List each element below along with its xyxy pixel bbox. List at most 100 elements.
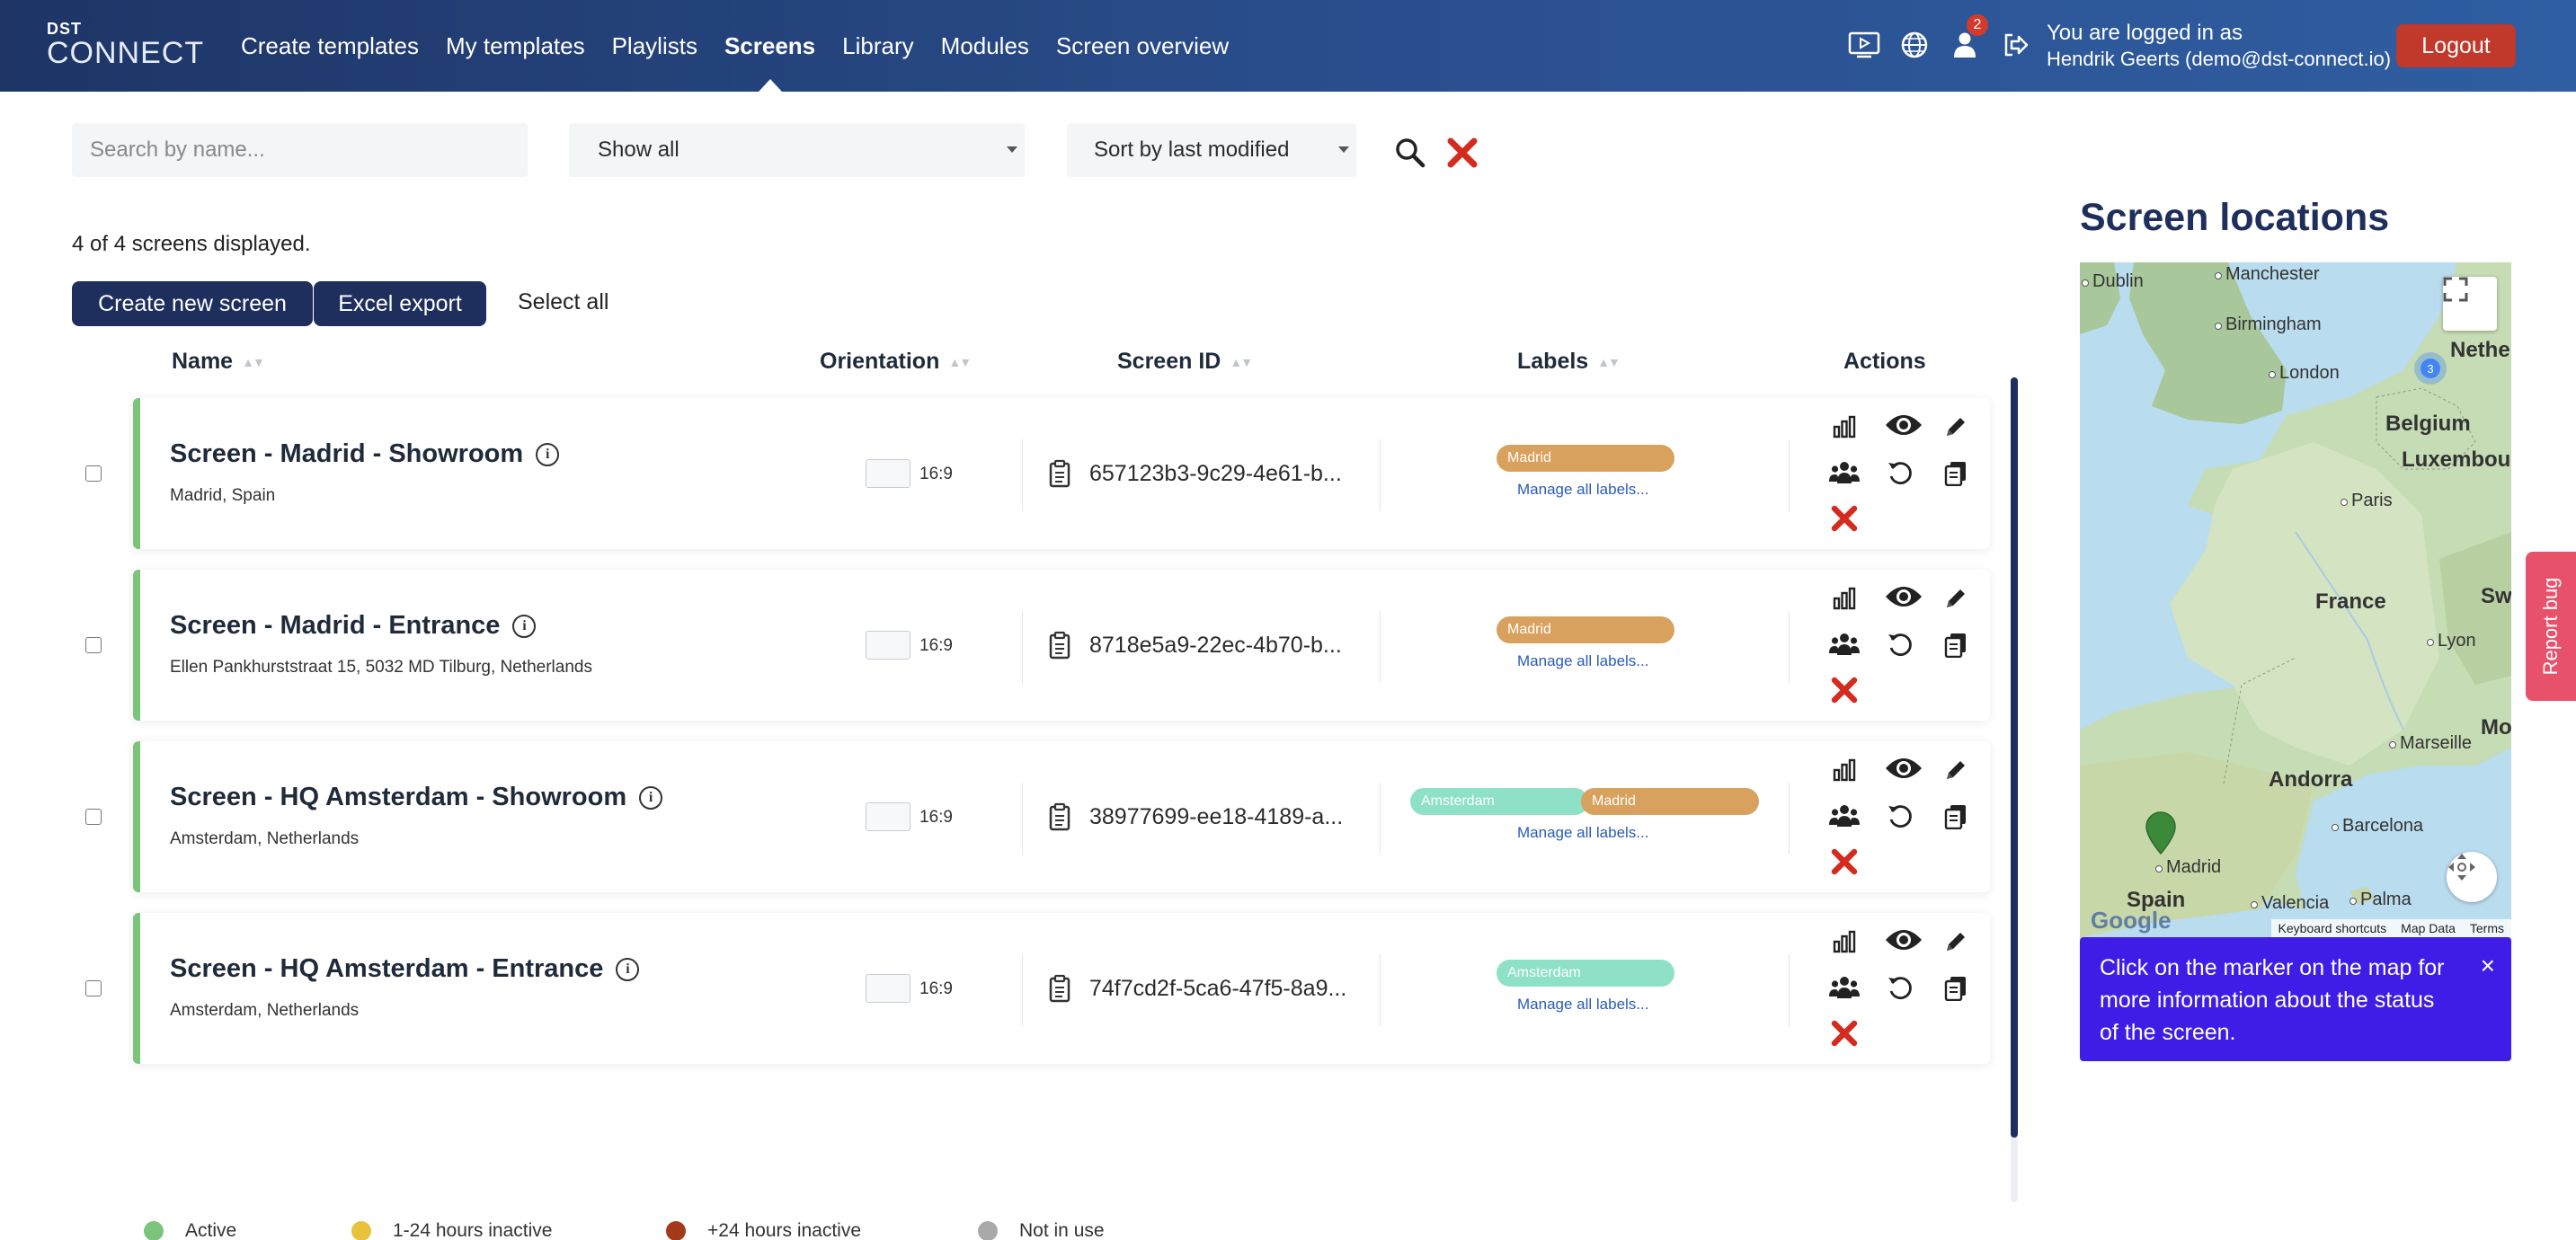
screen-name-text: Screen - Madrid - Showroom xyxy=(170,439,524,468)
manage-labels-link[interactable]: Manage all labels... xyxy=(1517,824,1648,842)
column-header-orientation[interactable]: Orientation ▲▼ xyxy=(820,349,972,375)
screen-play-icon[interactable] xyxy=(1846,27,1882,63)
pencil-icon[interactable] xyxy=(1940,926,1972,958)
screen-locations-map[interactable]: Dublin Manchester Birmingham London Pari… xyxy=(2080,262,2511,938)
pencil-icon[interactable] xyxy=(1940,754,1972,786)
scrollbar-thumb[interactable] xyxy=(2011,377,2018,1138)
logo[interactable]: DST CONNECT xyxy=(47,20,204,68)
nav-modules[interactable]: Modules xyxy=(941,0,1029,92)
screen-id: 8718e5a9-22ec-4b70-b... xyxy=(1089,633,1342,658)
column-header-name[interactable]: Name ▲▼ xyxy=(172,349,265,375)
table-row[interactable]: Screen - HQ Amsterdam - Entrance i Amsterd… xyxy=(133,913,1990,1064)
globe-icon[interactable] xyxy=(1896,27,1932,63)
copy-id-icon[interactable] xyxy=(1048,802,1073,831)
map-marker-icon[interactable] xyxy=(2143,810,2179,855)
column-header-labels[interactable]: Labels ▲▼ xyxy=(1517,349,1621,375)
table-row[interactable]: Screen - HQ Amsterdam - Showroom i Amsterd… xyxy=(133,741,1990,892)
nav-screens[interactable]: Screens xyxy=(724,0,815,92)
users-icon[interactable] xyxy=(1828,800,1861,832)
info-icon[interactable]: i xyxy=(536,442,560,466)
stats-icon[interactable] xyxy=(1828,411,1861,443)
map-city-palma: Palma xyxy=(2349,890,2412,910)
table-row[interactable]: Screen - Madrid - Entrance i Ellen Pankhur… xyxy=(133,570,1990,721)
create-new-screen-button[interactable]: Create new screen xyxy=(72,281,313,326)
search-input[interactable]: Search by name... xyxy=(72,123,528,177)
main-nav: Create templates My templates Playlists … xyxy=(241,0,1256,92)
copy-icon[interactable] xyxy=(1940,971,1972,1004)
row-checkbox[interactable] xyxy=(85,809,102,825)
manage-labels-link[interactable]: Manage all labels... xyxy=(1517,996,1648,1014)
manage-labels-link[interactable]: Manage all labels... xyxy=(1517,481,1648,499)
row-checkbox[interactable] xyxy=(85,637,102,653)
excel-export-button[interactable]: Excel export xyxy=(314,281,486,326)
copy-id-icon[interactable] xyxy=(1048,459,1073,488)
show-filter-select[interactable]: Show all xyxy=(569,123,1025,177)
eye-icon[interactable] xyxy=(1882,924,1925,956)
user-icon[interactable]: 2 xyxy=(1947,14,1988,63)
copy-id-icon[interactable] xyxy=(1048,974,1073,1003)
delete-icon[interactable] xyxy=(1828,674,1861,706)
map-cluster-marker[interactable]: 3 xyxy=(2414,352,2447,385)
eye-icon[interactable] xyxy=(1882,409,1925,441)
nav-my-templates[interactable]: My templates xyxy=(446,0,585,92)
map-keyboard-shortcuts-link[interactable]: Keyboard shortcuts xyxy=(2270,919,2394,937)
screen-name[interactable]: Screen - Madrid - Showroom i xyxy=(170,439,560,469)
map-camera-control-icon[interactable] xyxy=(2447,852,2497,902)
close-icon[interactable]: × xyxy=(2481,953,2495,979)
map-data-link[interactable]: Map Data xyxy=(2394,919,2463,937)
delete-icon[interactable] xyxy=(1828,846,1861,878)
map-terms-link[interactable]: Terms xyxy=(2462,919,2511,937)
nav-library[interactable]: Library xyxy=(842,0,913,92)
stats-icon[interactable] xyxy=(1828,926,1861,958)
map-city-london: London xyxy=(2269,363,2340,384)
clear-filter-icon[interactable] xyxy=(1444,135,1480,171)
stats-icon[interactable] xyxy=(1828,754,1861,786)
column-header-screen-id[interactable]: Screen ID ▲▼ xyxy=(1117,349,1253,375)
sort-select[interactable]: Sort by last modified xyxy=(1067,123,1356,177)
delete-icon[interactable] xyxy=(1828,502,1861,535)
nav-playlists[interactable]: Playlists xyxy=(612,0,697,92)
manage-labels-link[interactable]: Manage all labels... xyxy=(1517,652,1648,670)
search-icon[interactable] xyxy=(1394,137,1426,169)
sign-out-icon[interactable] xyxy=(1997,27,2033,63)
refresh-icon[interactable] xyxy=(1884,971,1916,1004)
info-icon[interactable]: i xyxy=(639,785,663,810)
status-dot-inactive-short xyxy=(351,1221,371,1240)
pencil-icon[interactable] xyxy=(1940,582,1972,615)
report-bug-button[interactable]: Report bug xyxy=(2526,552,2576,701)
copy-icon[interactable] xyxy=(1940,800,1972,832)
orientation-text: 16:9 xyxy=(919,465,953,483)
select-all-button[interactable]: Select all xyxy=(518,289,608,315)
info-icon[interactable]: i xyxy=(616,957,640,981)
refresh-icon[interactable] xyxy=(1884,800,1916,832)
delete-icon[interactable] xyxy=(1828,1017,1861,1050)
screen-name[interactable]: Screen - HQ Amsterdam - Showroom i xyxy=(170,783,663,812)
row-checkbox[interactable] xyxy=(85,980,102,996)
info-icon[interactable]: i xyxy=(512,614,537,638)
copy-icon[interactable] xyxy=(1940,628,1972,660)
users-icon[interactable] xyxy=(1828,628,1861,660)
row-checkbox[interactable] xyxy=(85,465,102,482)
copy-id-icon[interactable] xyxy=(1048,631,1073,660)
copy-icon[interactable] xyxy=(1940,456,1972,489)
legend-label: Not in use xyxy=(1019,1220,1105,1240)
pencil-icon[interactable] xyxy=(1940,411,1972,443)
users-icon[interactable] xyxy=(1828,971,1861,1004)
fullscreen-icon[interactable] xyxy=(2443,277,2497,331)
stats-icon[interactable] xyxy=(1828,582,1861,615)
chevron-down-icon xyxy=(1007,146,1017,153)
map-country-andorra: Andorra xyxy=(2269,767,2353,792)
eye-icon[interactable] xyxy=(1882,580,1925,613)
table-row[interactable]: Screen - Madrid - Showroom i Madrid, Spain… xyxy=(133,398,1990,549)
screen-location: Ellen Pankhurststraat 15, 5032 MD Tilbur… xyxy=(170,658,592,677)
refresh-icon[interactable] xyxy=(1884,456,1916,489)
screen-id: 657123b3-9c29-4e61-b... xyxy=(1089,461,1342,486)
users-icon[interactable] xyxy=(1828,456,1861,489)
nav-create-templates[interactable]: Create templates xyxy=(241,0,419,92)
screen-name[interactable]: Screen - Madrid - Entrance i xyxy=(170,611,537,641)
eye-icon[interactable] xyxy=(1882,752,1925,784)
refresh-icon[interactable] xyxy=(1884,628,1916,660)
logout-button[interactable]: Logout xyxy=(2396,24,2516,67)
nav-screen-overview[interactable]: Screen overview xyxy=(1056,0,1229,92)
screen-name[interactable]: Screen - HQ Amsterdam - Entrance i xyxy=(170,954,640,984)
